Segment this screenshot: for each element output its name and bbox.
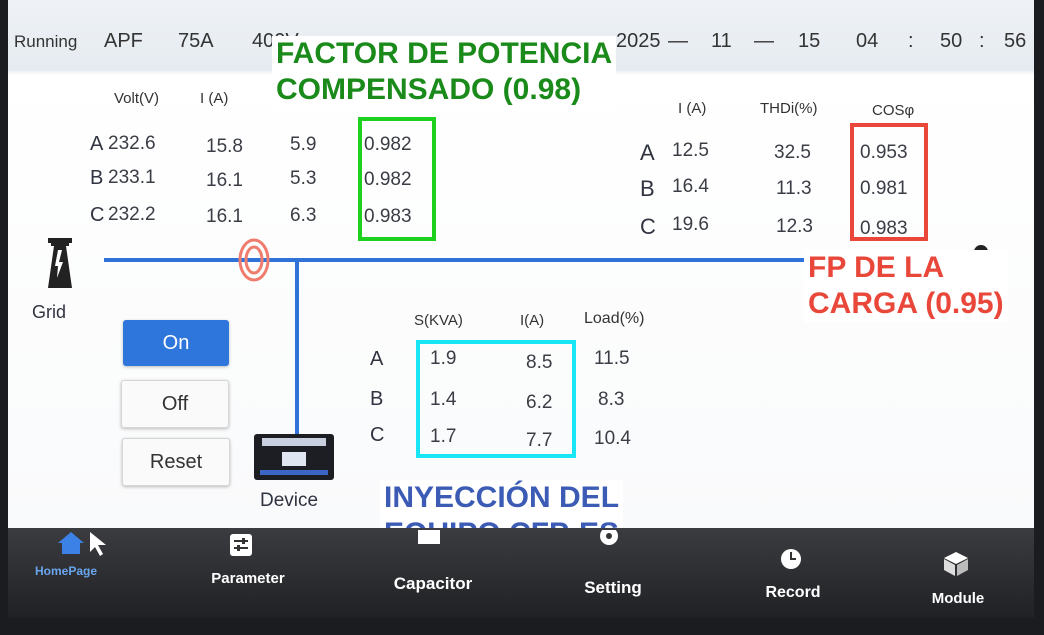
hmi-screen: Running APF 75A 400V 2025 — 11 — 15 04 :…: [8, 0, 1034, 528]
grid-col-current: I (A): [200, 90, 229, 107]
status-text: Running: [14, 32, 78, 51]
nav-parameter[interactable]: Parameter: [188, 530, 318, 590]
annotation-line: COMPENSADO (0.98): [276, 73, 582, 106]
compensated-pf-highlight: [358, 117, 436, 241]
off-button[interactable]: Off: [121, 380, 229, 428]
injection-annotation: INYECCIÓN DEL EQUIPO CFP-ES: [380, 480, 624, 528]
nav-label: Module: [931, 590, 985, 607]
current-transformer-icon: [234, 236, 274, 289]
device-phase: A: [370, 348, 384, 370]
annotation-line: FACTOR DE POTENCIA: [276, 37, 613, 70]
date-sep-2: —: [754, 30, 774, 52]
annotation-line: FP DE LA: [808, 251, 945, 284]
device-load: 11.5: [594, 348, 630, 369]
load-current: 12.5: [672, 140, 709, 161]
time-colon-1: :: [908, 30, 914, 52]
home-icon: [58, 532, 84, 554]
nav-label: Capacitor: [393, 574, 473, 593]
device-phase: B: [370, 388, 384, 410]
load-col-current: I (A): [678, 100, 707, 117]
compensated-pf-annotation: FACTOR DE POTENCIA COMPENSADO (0.98): [272, 36, 617, 108]
device-load: 10.4: [594, 428, 631, 449]
load-col-cos: COSφ: [872, 102, 915, 119]
load-pf-annotation: FP DE LA CARGA (0.95): [804, 250, 1008, 322]
annotation-line: CARGA (0.95): [808, 287, 1004, 320]
annotation-line: INYECCIÓN DEL: [384, 481, 620, 514]
parameter-icon: [230, 534, 252, 556]
grid-current: 16.1: [206, 206, 243, 227]
clock-icon: [781, 549, 801, 569]
grid-label: Grid: [32, 302, 67, 322]
device-icon: [254, 434, 334, 485]
grid-thd: 6.3: [290, 205, 317, 226]
nav-label: Setting: [584, 578, 642, 597]
grid-phase: C: [90, 204, 105, 226]
nav-record[interactable]: Record: [728, 530, 858, 601]
model-text: APF: [104, 30, 143, 52]
nav-label: HomePage: [34, 564, 98, 578]
load-col-thd: THDi(%): [760, 100, 818, 117]
device-load: 8.3: [598, 389, 625, 410]
date-sep-1: —: [668, 30, 688, 52]
grid-thd: 5.3: [290, 168, 317, 189]
grid-tower-icon: [46, 238, 74, 288]
grid-current: 15.8: [206, 136, 243, 157]
device-col-s: S(KVA): [414, 312, 463, 329]
load-phase: A: [640, 140, 655, 165]
injection-highlight: [416, 340, 576, 458]
grid-volt: 233.1: [108, 167, 156, 188]
reset-button[interactable]: Reset: [122, 438, 230, 486]
grid-volt: 232.6: [108, 133, 156, 154]
nav-homepage[interactable]: HomePage: [18, 530, 138, 590]
load-current: 19.6: [672, 214, 709, 235]
time-colon-2: :: [979, 30, 985, 52]
grid-phase: B: [90, 167, 104, 189]
nav-label: Record: [765, 584, 821, 601]
load-thd: 12.3: [776, 216, 813, 237]
time-hour: 04: [856, 30, 879, 52]
device-phase: C: [370, 424, 385, 446]
capacitor-icon: [418, 530, 440, 544]
nav-label: Parameter: [211, 570, 285, 587]
device-col-i: I(A): [520, 312, 545, 329]
grid-volt: 232.2: [108, 204, 156, 225]
cursor-icon: [90, 532, 106, 556]
date-year: 2025: [616, 30, 661, 52]
annotation-line: EQUIPO CFP-ES: [384, 516, 619, 528]
nav-module[interactable]: Module: [888, 530, 1028, 610]
device-col-load: Load(%): [584, 310, 645, 327]
load-current: 16.4: [672, 176, 709, 197]
time-second: 56: [1004, 30, 1027, 52]
load-phase: B: [640, 176, 655, 201]
load-thd: 32.5: [774, 142, 811, 163]
grid-col-volt: Volt(V): [114, 90, 160, 107]
on-button[interactable]: On: [123, 320, 229, 366]
device-label: Device: [260, 490, 319, 511]
load-pf-highlight: [850, 123, 928, 241]
date-day: 15: [798, 30, 821, 52]
date-month: 11: [711, 30, 732, 52]
cube-icon: [944, 552, 968, 576]
rated-current-text: 75A: [178, 30, 214, 52]
bottom-nav: HomePage Parameter Capacitor Setting Rec…: [8, 528, 1034, 618]
nav-setting[interactable]: Setting: [548, 530, 678, 600]
load-thd: 11.3: [776, 178, 812, 199]
load-phase: C: [640, 214, 656, 239]
device-feed-line: [295, 258, 299, 434]
grid-phase: A: [90, 133, 104, 155]
grid-current: 16.1: [206, 170, 243, 191]
time-minute: 50: [940, 30, 963, 52]
grid-thd: 5.9: [290, 134, 317, 155]
nav-capacitor[interactable]: Capacitor: [368, 530, 498, 600]
gear-icon: [600, 530, 618, 545]
